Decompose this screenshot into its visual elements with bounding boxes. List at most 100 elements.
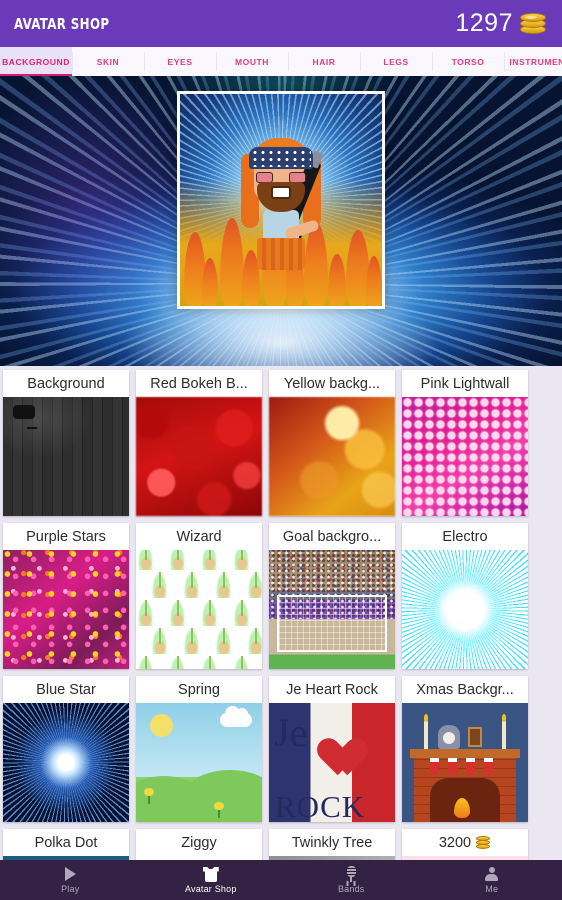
grid-item-card[interactable]: Red Bokeh B... (136, 370, 262, 516)
grid-item-thumbnail (402, 703, 528, 822)
coin-stack-icon (520, 11, 548, 37)
grid-item-title-text: Wizard (176, 528, 222, 545)
tab-label: EYES (167, 56, 193, 67)
grid-item-title-text: Electro (442, 528, 488, 545)
grid-item-title-text: Goal backgro... (282, 528, 382, 545)
grid-item-card[interactable]: Purple Stars (3, 523, 129, 669)
grid-item-card[interactable]: Je Heart Rock Je ROCK (269, 676, 395, 822)
grid-item-title-text: Ziggy (181, 834, 217, 851)
coin-balance: 1297 (455, 9, 548, 38)
grid-item-title-text: Polka Dot (34, 834, 98, 851)
grid-item-card[interactable]: Spring (136, 676, 262, 822)
grid-item-card[interactable]: Yellow backg... (269, 370, 395, 516)
person-icon (485, 866, 499, 882)
grid-item-title-text: Red Bokeh B... (150, 375, 248, 392)
grid-item-title: Je Heart Rock (269, 676, 395, 703)
nav-item-bands[interactable]: Bands (281, 860, 422, 900)
nav-item-avatar-shop[interactable]: Avatar Shop (141, 860, 282, 900)
grid-item-thumbnail: Je ROCK (269, 703, 395, 822)
grid-item-card[interactable]: Electro (402, 523, 528, 669)
app-header: AVATAR SHOP 1297 (0, 0, 562, 47)
grid-item-thumbnail (402, 550, 528, 669)
avatar-shop-screen: AVATAR SHOP 1297 BACKGROUND SKIN EYES MO… (0, 0, 562, 900)
grid-item-title-text: Yellow backg... (283, 375, 381, 392)
grid-item-thumbnail (3, 550, 129, 669)
grid-item-card[interactable]: Pink Lightwall (402, 370, 528, 516)
grid-item-thumbnail (402, 397, 528, 516)
nav-item-play[interactable]: Play (0, 860, 141, 900)
grid-item-title: 3200 (402, 829, 528, 856)
grid-item-title-text: Spring (178, 681, 220, 698)
grid-item-title-text: Purple Stars (26, 528, 106, 545)
grid-item-title-text: Xmas Backgr... (416, 681, 514, 698)
grid-item-card[interactable]: 3200 (402, 829, 528, 860)
avatar-character (233, 132, 329, 282)
tab-label: INSTRUMENT (509, 56, 562, 67)
grid-item-title: Twinkly Tree (269, 829, 395, 856)
grid-item-card[interactable]: Polka Dot (3, 829, 129, 860)
category-tabs[interactable]: BACKGROUND SKIN EYES MOUTH HAIR LEGS TOR… (0, 47, 562, 76)
tab-label: SKIN (96, 56, 120, 67)
grid-item-title-text: 3200 (438, 834, 472, 851)
grid-item-title-text: Twinkly Tree (291, 834, 373, 851)
grid-item-title: Wizard (136, 523, 262, 550)
grid-item-title: Spring (136, 676, 262, 703)
tab-mouth[interactable]: MOUTH (216, 47, 288, 76)
grid-item-title-text: Je Heart Rock (286, 681, 378, 698)
tab-skin[interactable]: SKIN (72, 47, 144, 76)
item-grid[interactable]: Background Red Bokeh B... Yellow backg... P… (0, 366, 562, 860)
nav-label: Play (61, 884, 80, 894)
grid-item-thumbnail (136, 550, 262, 669)
grid-item-card[interactable]: Wizard (136, 523, 262, 669)
shirt-icon (203, 866, 219, 882)
nav-label: Bands (337, 884, 365, 894)
grid-item-title: Electro (402, 523, 528, 550)
grid-item-title-text: Pink Lightwall (420, 375, 510, 392)
grid-item-title: Polka Dot (3, 829, 129, 856)
tab-label: BACKGROUND (2, 56, 70, 67)
grid-item-title-text: Background (27, 375, 105, 392)
tab-background[interactable]: BACKGROUND (0, 47, 72, 76)
grid-item-thumbnail (3, 703, 129, 822)
play-icon (64, 866, 76, 882)
grid-item-title: Blue Star (3, 676, 129, 703)
avatar-frame[interactable] (177, 91, 385, 309)
grid-item-thumbnail (269, 550, 395, 669)
grid-item-title: Ziggy (136, 829, 262, 856)
grid-item-card[interactable]: Twinkly Tree (269, 829, 395, 860)
tab-torso[interactable]: TORSO (432, 47, 504, 76)
tab-label: LEGS (383, 56, 409, 67)
nav-label: Me (485, 884, 499, 894)
nav-label: Avatar Shop (184, 884, 237, 894)
tab-label: TORSO (451, 56, 485, 67)
grid-item-title: Red Bokeh B... (136, 370, 262, 397)
avatar-preview-area (0, 76, 562, 366)
bottom-navigation[interactable]: Play Avatar Shop Bands Me (0, 860, 562, 900)
tab-label: MOUTH (235, 56, 269, 67)
microphone-icon (346, 866, 356, 882)
tab-label: HAIR (312, 56, 336, 67)
nav-item-me[interactable]: Me (422, 860, 562, 900)
grid-item-title: Xmas Backgr... (402, 676, 528, 703)
grid-item-card[interactable]: Background (3, 370, 129, 516)
grid-item-title-text: Blue Star (36, 681, 96, 698)
grid-item-thumbnail (136, 397, 262, 516)
grid-item-card[interactable]: Ziggy (136, 829, 262, 860)
tab-hair[interactable]: HAIR (288, 47, 360, 76)
grid-item-thumbnail (136, 703, 262, 822)
coin-count-label: 1297 (455, 9, 513, 37)
grid-item-title: Background (3, 370, 129, 397)
grid-item-title: Purple Stars (3, 523, 129, 550)
tab-eyes[interactable]: EYES (144, 47, 216, 76)
grid-item-card[interactable]: Xmas Backgr... (402, 676, 528, 822)
grid-item-thumbnail (3, 397, 129, 516)
coin-stack-icon (476, 835, 491, 850)
grid-item-card[interactable]: Blue Star (3, 676, 129, 822)
grid-item-card[interactable]: Goal backgro... (269, 523, 395, 669)
grid-item-title: Yellow backg... (269, 370, 395, 397)
page-title: AVATAR SHOP (14, 14, 110, 33)
tab-instrument[interactable]: INSTRUMENT (504, 47, 562, 76)
grid-item-title: Pink Lightwall (402, 370, 528, 397)
grid-item-thumbnail (269, 397, 395, 516)
tab-legs[interactable]: LEGS (360, 47, 432, 76)
